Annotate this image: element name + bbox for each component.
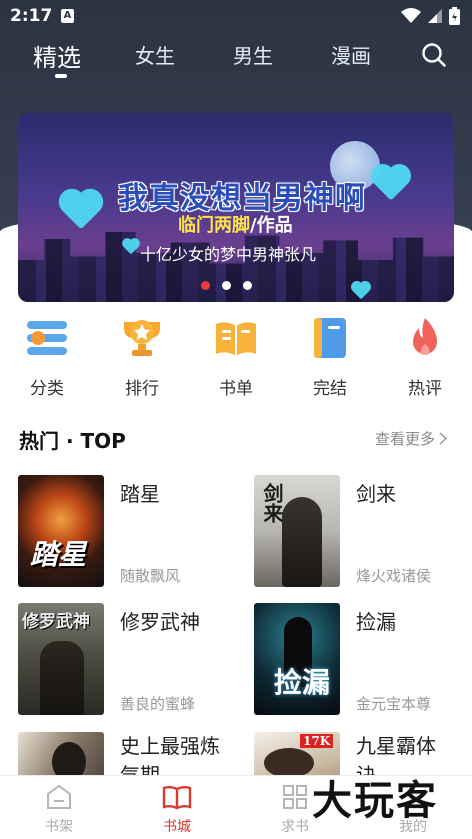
book-title: 踏星 <box>120 482 160 506</box>
category-label: 排行 <box>125 379 159 399</box>
book-cover: 捡漏 <box>254 603 340 715</box>
bookstore-icon <box>162 786 192 810</box>
book-title: 剑来 <box>356 482 396 506</box>
book-card[interactable]: 捡漏 捡漏 金元宝本尊 <box>254 603 472 715</box>
carousel-dot[interactable] <box>201 281 210 290</box>
cover-figure <box>282 497 322 587</box>
book-author: 烽火戏诸侯 <box>356 567 432 585</box>
category-hot-review[interactable]: 热评 <box>395 316 455 399</box>
tab-featured[interactable]: 精选 <box>33 38 81 73</box>
watermark-text: 大玩客 <box>312 778 438 824</box>
promo-banner[interactable]: 我真没想当男神啊 临门两脚/作品 十亿少女的梦中男神张凡 <box>18 113 454 302</box>
book-cover: 踏星 <box>18 475 104 587</box>
book-author: 金元宝本尊 <box>356 695 432 713</box>
grid-icon <box>283 785 307 809</box>
book-author: 随散飘风 <box>120 567 181 585</box>
category-row: 分类 排行 书单 完结 热评 <box>0 316 472 400</box>
category-label: 分类 <box>30 379 64 399</box>
category-completed[interactable]: 完结 <box>300 316 360 399</box>
tab-label: 书架 <box>45 819 73 835</box>
cover-title: 踏星 <box>30 538 87 571</box>
category-label: 完结 <box>313 379 347 399</box>
banner-tagline: 十亿少女的梦中男神张凡 <box>140 245 317 264</box>
banner-author: 临门两脚/作品 <box>178 211 293 237</box>
carousel-dot[interactable] <box>222 281 231 290</box>
cover-title: 修罗武神 <box>22 612 90 632</box>
search-icon[interactable] <box>421 42 447 68</box>
book-title: 捡漏 <box>356 610 396 634</box>
heart-icon <box>62 192 100 230</box>
trophy-icon <box>124 320 160 356</box>
category-classify[interactable]: 分类 <box>17 316 77 399</box>
heart-icon <box>374 167 408 201</box>
book-title: 修罗武神 <box>120 610 200 634</box>
cover-title: 剑来 <box>260 483 284 523</box>
book-cover: 修罗武神 <box>18 603 104 715</box>
tab-label: 书城 <box>163 819 191 835</box>
tab-bookshelf[interactable]: 书架 <box>24 784 94 836</box>
carousel-dot[interactable] <box>243 281 252 290</box>
flame-icon <box>413 318 437 355</box>
cover-title: 捡漏 <box>274 666 331 699</box>
banner-author-suffix: /作品 <box>250 215 293 236</box>
completed-book-icon <box>314 318 346 358</box>
category-booklist[interactable]: 书单 <box>206 316 266 399</box>
section-title: 热门 · TOP <box>19 429 126 453</box>
notification-icon: A <box>61 9 74 23</box>
book-cover: 剑来 <box>254 475 340 587</box>
tab-male[interactable]: 男生 <box>233 40 273 69</box>
signal-icon <box>428 9 442 23</box>
wifi-icon <box>401 8 421 23</box>
category-label: 热评 <box>408 379 442 399</box>
book-card[interactable]: 修罗武神 修罗武神 善良的蜜蜂 <box>18 603 238 715</box>
battery-icon <box>449 7 460 25</box>
book-author: 善良的蜜蜂 <box>120 695 196 713</box>
tab-female[interactable]: 女生 <box>135 40 175 69</box>
category-icon <box>27 321 67 355</box>
cover-figure <box>40 641 84 715</box>
tab-indicator <box>55 74 67 78</box>
tab-bookstore[interactable]: 书城 <box>142 784 212 836</box>
cover-figure <box>264 748 314 778</box>
carousel-dots <box>201 281 252 290</box>
book-card[interactable]: 剑来 剑来 烽火戏诸侯 <box>254 475 472 587</box>
status-bar: 2:17 A <box>0 0 472 34</box>
category-label: 书单 <box>219 379 253 399</box>
see-more-label: 查看更多 <box>375 430 436 448</box>
status-time: 2:17 <box>10 6 53 26</box>
category-ranking[interactable]: 排行 <box>112 316 172 399</box>
book-list-icon <box>216 322 256 356</box>
tab-comics[interactable]: 漫画 <box>331 40 371 69</box>
see-more-link[interactable]: 查看更多 <box>375 428 448 449</box>
book-card[interactable]: 踏星 踏星 随散飘风 <box>18 475 238 587</box>
top-navigation: 精选 女生 男生 漫画 <box>0 34 472 82</box>
banner-author-name: 临门两脚 <box>178 215 250 236</box>
bookshelf-icon <box>47 784 71 809</box>
chevron-right-icon <box>439 432 448 445</box>
cover-publisher-badge: 17K <box>300 734 334 748</box>
